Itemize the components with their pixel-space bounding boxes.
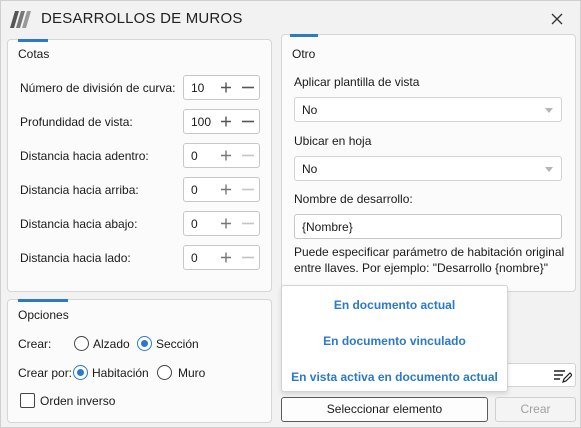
chevron-down-icon[interactable] [545,167,553,172]
otro-title: Otro [292,47,316,61]
distance-down-stepper[interactable]: 0 [183,211,260,236]
select-element-button[interactable]: Seleccionar elemento [281,397,488,422]
stepper-value[interactable]: 0 [191,217,198,231]
stepper-value[interactable]: 0 [191,183,198,197]
radio-habitacion-label[interactable]: Habitación [92,366,149,380]
menu-item-current-document[interactable]: En documento actual [282,298,507,312]
distance-inward-stepper[interactable]: 0 [183,143,260,168]
plus-icon[interactable] [217,146,235,165]
opciones-panel: Opciones Crear: Alzado Sección Crear por… [7,299,272,423]
panel-accent-bar [18,39,48,42]
development-name-label: Nombre de desarrollo: [294,192,413,206]
panel-accent-bar [18,299,68,302]
view-depth-label: Profundidad de vista: [20,115,133,129]
radio-seccion-label[interactable]: Sección [156,337,199,351]
radio-alzado[interactable] [74,336,89,351]
app-logo-icon [10,11,31,28]
plus-icon[interactable] [217,214,235,233]
title-bar: DESARROLLOS DE MUROS [1,1,580,37]
menu-item-linked-document[interactable]: En documento vinculado [282,334,507,348]
development-name-input[interactable]: {Nombre} [294,214,562,239]
minus-icon[interactable] [239,248,257,267]
minus-icon[interactable] [239,146,257,165]
selection-dropdown-menu: En documento actual En documento vincula… [281,285,508,392]
place-on-sheet-select[interactable]: No [294,156,562,181]
stepper-value[interactable]: 0 [191,251,198,265]
view-template-select[interactable]: No [294,97,562,122]
plus-icon[interactable] [217,180,235,199]
distance-down-label: Distancia hacia abajo: [20,217,138,231]
input-value[interactable]: {Nombre} [302,220,353,234]
distance-side-label: Distancia hacia lado: [20,251,131,265]
radio-alzado-label[interactable]: Alzado [93,337,130,351]
hint-text: Puede especificar parámetro de habitació… [294,245,565,275]
minus-icon[interactable] [239,112,257,131]
menu-item-active-view[interactable]: En vista activa en documento actual [282,370,507,384]
select-value: No [302,103,318,117]
window-title: DESARROLLOS DE MUROS [41,10,243,27]
create-by-label: Crear por: [18,366,73,380]
cotas-panel: Cotas Número de división de curva: 10 Pr… [7,39,272,292]
curve-division-stepper[interactable]: 10 [183,75,260,100]
radio-habitacion[interactable] [73,365,88,380]
create-label: Crear: [18,337,52,351]
dialog-window: DESARROLLOS DE MUROS Cotas Número de div… [0,0,581,428]
opciones-title: Opciones [18,308,69,322]
minus-icon[interactable] [239,180,257,199]
reverse-order-label[interactable]: Orden inverso [40,394,115,408]
place-on-sheet-label: Ubicar en hoja [294,134,372,148]
reverse-order-checkbox[interactable] [20,393,35,408]
distance-side-stepper[interactable]: 0 [183,245,260,270]
selection-toolbar [508,363,576,387]
radio-seccion[interactable] [137,336,152,351]
stepper-value[interactable]: 10 [191,81,204,95]
cotas-title: Cotas [18,47,50,61]
panel-accent-bar [290,34,318,37]
view-depth-stepper[interactable]: 100 [183,109,260,134]
curve-division-label: Número de división de curva: [20,81,176,95]
create-button[interactable]: Crear [495,397,576,422]
distance-inward-label: Distancia hacia adentro: [20,149,149,163]
otro-panel: Otro Aplicar plantilla de vista No Ubica… [281,34,576,292]
minus-icon[interactable] [239,214,257,233]
plus-icon[interactable] [217,78,235,97]
chevron-down-icon[interactable] [545,108,553,113]
select-value: No [302,162,318,176]
distance-up-label: Distancia hacia arriba: [20,183,139,197]
plus-icon[interactable] [217,248,235,267]
list-edit-icon[interactable] [554,369,572,383]
minus-icon[interactable] [239,78,257,97]
stepper-value[interactable]: 100 [191,115,211,129]
radio-muro[interactable] [157,365,172,380]
stepper-value[interactable]: 0 [191,149,198,163]
distance-up-stepper[interactable]: 0 [183,177,260,202]
close-icon[interactable] [547,9,567,29]
radio-muro-label[interactable]: Muro [178,366,205,380]
view-template-label: Aplicar plantilla de vista [294,75,420,89]
plus-icon[interactable] [217,112,235,131]
